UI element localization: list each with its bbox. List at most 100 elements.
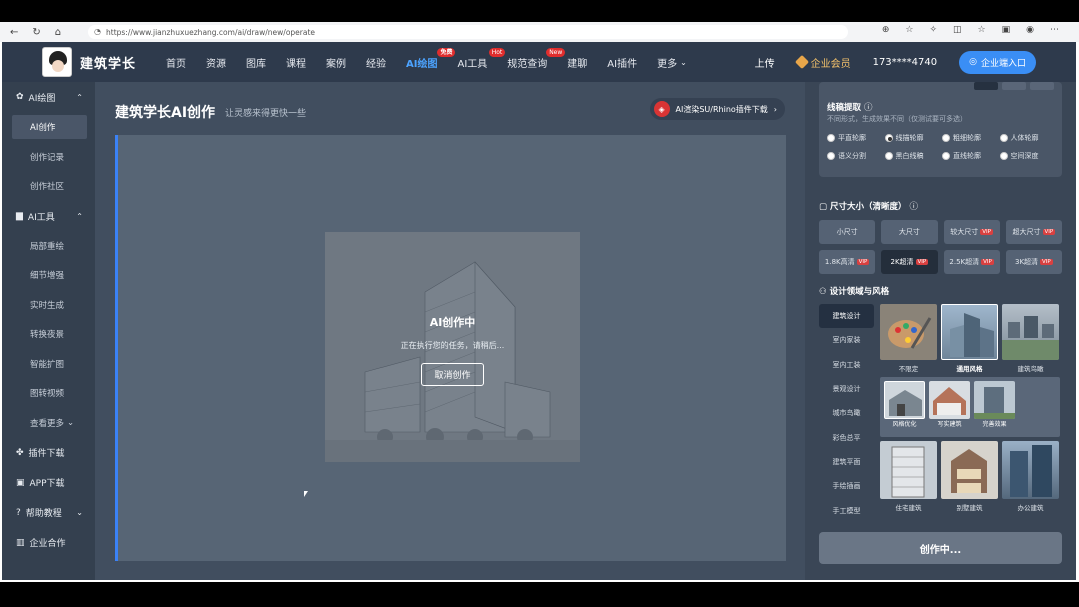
style-thumb[interactable]: 通用风格 (941, 304, 998, 373)
nav-home[interactable]: 首页 (156, 42, 196, 82)
extension-icon[interactable]: ✧ (929, 25, 937, 35)
nav-experience[interactable]: 经验 (356, 42, 396, 82)
size-label: 超大尺寸 (1012, 228, 1041, 236)
category-item[interactable]: 彩色总平 (819, 425, 874, 449)
style-thumb[interactable]: 建筑鸟瞰 (1002, 304, 1059, 373)
nav-regulations[interactable]: 规范查询 New (497, 42, 566, 82)
user-phone[interactable]: 173****4740 (873, 57, 938, 68)
nav-ai-plugin[interactable]: AI插件 (597, 42, 647, 82)
thumb-image (941, 304, 998, 360)
sidebar-item-enhance[interactable]: 细节增强 (2, 261, 95, 291)
sidebar-item-outpaint[interactable]: 智能扩图 (2, 349, 95, 379)
nav-resources[interactable]: 资源 (196, 42, 236, 82)
nav-chat[interactable]: 建聊 (557, 42, 597, 82)
vip-tag: VIP (981, 259, 994, 265)
size-label: 较大尺寸 (950, 228, 979, 236)
sidebar-item-video[interactable]: 图转视频 (2, 379, 95, 409)
category-item[interactable]: 手绘插画 (819, 474, 874, 498)
sub-style-thumb[interactable]: 风格优化 (884, 381, 925, 433)
radio-option[interactable]: 语义分割 (827, 151, 885, 161)
category-item[interactable]: 景观设计 (819, 377, 874, 401)
sidebar-link-help[interactable]: ? 帮助教程 ⌄ (2, 498, 95, 528)
size-option[interactable]: 较大尺寸 VIP (943, 220, 1000, 244)
upload-link[interactable]: 上传 (755, 55, 775, 70)
size-option[interactable]: 大尺寸 (881, 220, 938, 244)
sidebar-group-ai-draw[interactable]: ✿ AI绘图 ⌃ (2, 82, 95, 112)
chevron-down-icon: ⌄ (76, 508, 83, 517)
radio-label: 粗细轮廓 (953, 134, 981, 142)
sidebar-item-community[interactable]: 创作社区 (2, 172, 95, 202)
radio-option[interactable]: 粗细轮廓 (942, 133, 1000, 143)
radio-label: 平直轮廓 (838, 134, 866, 142)
size-option[interactable]: 3K超清 VIP (1005, 250, 1062, 274)
sidebar-item-night[interactable]: 转换夜景 (2, 320, 95, 350)
split-icon[interactable]: ◫ (953, 25, 962, 35)
create-button[interactable]: 创作中... (819, 532, 1062, 564)
category-item[interactable]: 手工模型 (819, 498, 874, 522)
cancel-button[interactable]: 取消创作 (421, 363, 484, 386)
enterprise-button[interactable]: ◎ 企业端入口 (959, 50, 1036, 74)
size-option[interactable]: 2K超清 VIP (881, 250, 938, 274)
title-text: 线稿提取 (827, 103, 862, 113)
profile-icon[interactable]: ◉ (1026, 25, 1034, 35)
menu-icon[interactable]: ⋯ (1050, 25, 1059, 35)
villa-icon (951, 449, 987, 493)
style-thumb[interactable]: 办公建筑 (1002, 441, 1059, 512)
category-item[interactable]: 室内工装 (819, 353, 874, 377)
collections-icon[interactable]: ▣ (1002, 25, 1011, 35)
category-item[interactable]: 建筑平面 (819, 450, 874, 474)
help-icon[interactable]: ⓘ (864, 103, 873, 113)
sidebar-link-app[interactable]: ▣ APP下载 (2, 468, 95, 498)
sidebar-item-ai-create[interactable]: AI创作 (12, 115, 87, 139)
sidebar-link-plugin[interactable]: ✤ 插件下载 (2, 438, 95, 468)
category-item[interactable]: 建筑设计 (819, 304, 874, 329)
radio-option[interactable]: 黑白线稿 (884, 151, 943, 161)
nav-ai-tools[interactable]: AI工具 Hot (447, 42, 506, 82)
mode-tab[interactable] (1030, 82, 1054, 90)
plugin-download-link[interactable]: ◈ AI渲染SU/Rhino插件下载 › (649, 98, 785, 120)
refresh-icon[interactable]: ↻ (32, 27, 40, 38)
nav-more[interactable]: 更多 ⌄ (647, 42, 697, 82)
sidebar-link-enterprise[interactable]: ▥ 企业合作 (2, 528, 95, 558)
nav-cases[interactable]: 案例 (316, 42, 356, 82)
nav-courses[interactable]: 课程 (276, 42, 316, 82)
size-option[interactable]: 1.8K高清 VIP (819, 250, 876, 274)
back-icon[interactable]: ← (10, 27, 18, 38)
style-thumb[interactable]: 住宅建筑 (880, 441, 937, 512)
radio-dot (884, 152, 893, 160)
sub-caption: 风格优化 (892, 421, 917, 428)
radio-option[interactable]: 平直轮廓 (827, 133, 885, 143)
sidebar-item-history[interactable]: 创作记录 (2, 142, 95, 172)
logo[interactable]: 建筑学长 (42, 47, 136, 77)
mode-tab[interactable] (1002, 82, 1026, 90)
nav-gallery[interactable]: 图库 (236, 42, 276, 82)
zoom-icon[interactable]: ⊕ (882, 25, 890, 35)
vip-link[interactable]: 企业会员 (794, 54, 851, 70)
radio-option[interactable]: 人体轮廓 (999, 133, 1058, 143)
size-option[interactable]: 小尺寸 (819, 220, 876, 244)
mode-tab[interactable] (974, 82, 998, 90)
style-thumb[interactable]: 别墅建筑 (941, 441, 998, 512)
style-thumb[interactable]: 不限定 (880, 304, 937, 373)
sub-style-thumb[interactable]: 写实建筑 (929, 381, 970, 433)
nav-ai-draw[interactable]: AI绘图 免费 (396, 42, 456, 82)
category-item[interactable]: 城市鸟瞰 (819, 401, 874, 425)
sub-style-thumb[interactable]: 完善效果 (974, 381, 1015, 433)
radio-option[interactable]: 空间深度 (999, 151, 1058, 161)
sidebar-item-realtime[interactable]: 实时生成 (2, 290, 95, 320)
sidebar-item-inpaint[interactable]: 局部重绘 (2, 231, 95, 261)
help-icon[interactable]: ⓘ (909, 202, 918, 212)
size-option[interactable]: 超大尺寸 VIP (1005, 220, 1062, 244)
favorites-icon[interactable]: ☆ (978, 25, 986, 35)
radio-option[interactable]: 直线轮廓 (942, 151, 1000, 161)
radio-option[interactable]: 线描轮廓 (884, 133, 943, 143)
home-icon[interactable]: ⌂ (55, 27, 61, 38)
sidebar-group-ai-tools[interactable]: ▆ AI工具 ⌃ (2, 201, 95, 231)
nav-label: 建聊 (567, 58, 588, 70)
sidebar-item-more[interactable]: 查看更多 ⌄ (2, 408, 95, 438)
size-option[interactable]: 2.5K超清 VIP (943, 250, 1000, 274)
star-icon[interactable]: ☆ (905, 25, 913, 35)
radio-label: 黑白线稿 (895, 152, 924, 160)
category-item[interactable]: 室内家装 (819, 328, 874, 352)
address-bar[interactable]: ◔ https://www.jianzhuxuezhang.com/ai/dra… (88, 25, 848, 39)
